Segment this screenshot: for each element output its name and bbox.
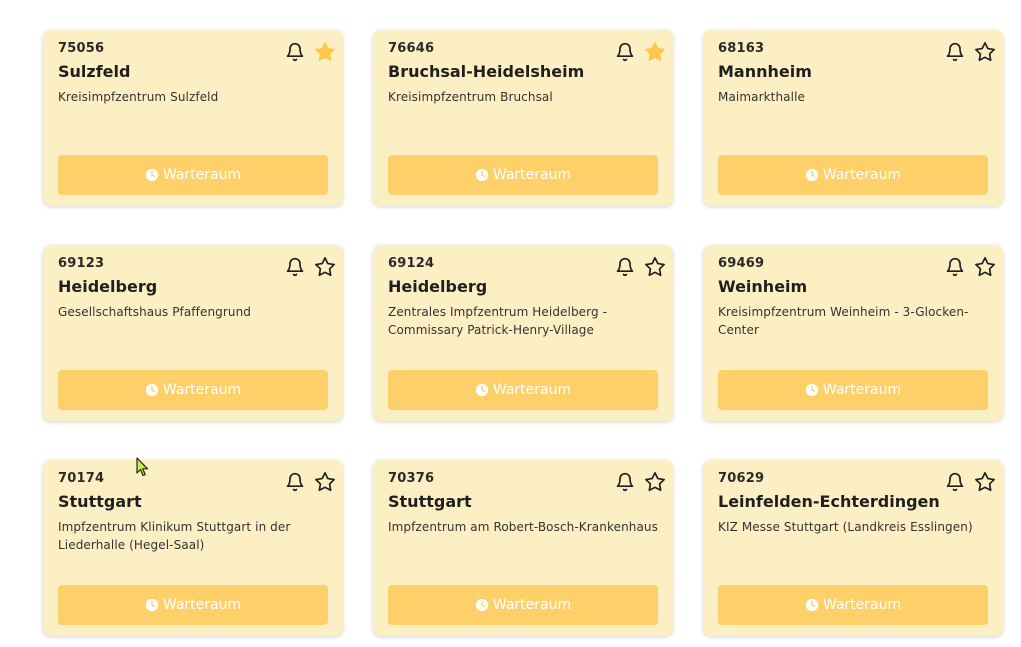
center-name: Zentrales Impfzentrum Heidelberg - Commi… (388, 305, 608, 337)
card-actions (277, 470, 337, 494)
card-actions (277, 255, 337, 279)
center-card: 75056 Sulzfeld Kreisimpfzentrum Sulzfeld Wa… (43, 30, 343, 206)
city-name: Stuttgart (388, 492, 472, 511)
bell-icon[interactable] (943, 40, 967, 64)
waiting-room-label: Warteraum (162, 597, 242, 613)
star-filled-icon[interactable] (643, 40, 667, 64)
bell-icon[interactable] (283, 40, 307, 64)
clock-icon (475, 168, 489, 182)
center-card: 69469 Weinheim Kreisimpfzentrum Weinheim -… (703, 245, 1003, 421)
city-name: Weinheim (718, 277, 808, 296)
clock-icon (805, 598, 819, 612)
center-card: 70629 Leinfelden-Echterdingen KIZ Messe St… (703, 460, 1003, 636)
card-actions (277, 40, 337, 64)
bell-icon[interactable] (943, 255, 967, 279)
center-name: Impfzentrum Klinikum Stuttgart in der Li… (58, 520, 291, 552)
bell-icon[interactable] (283, 470, 307, 494)
bell-icon[interactable] (613, 40, 637, 64)
clock-icon (145, 168, 159, 182)
city-name: Heidelberg (388, 277, 488, 296)
waiting-room-button[interactable]: Warteraum (58, 155, 328, 195)
center-name: Maimarkthalle (718, 90, 805, 104)
star-filled-icon[interactable] (313, 40, 337, 64)
center-name: Gesellschaftshaus Pfaffengrund (58, 305, 252, 319)
waiting-room-label: Warteraum (822, 167, 902, 183)
card-actions (937, 255, 997, 279)
city-name: Heidelberg (58, 277, 158, 296)
center-name: Impfzentrum am Robert-Bosch-Krankenhaus (388, 520, 658, 534)
city-name: Mannheim (718, 62, 812, 81)
star-outline-icon[interactable] (313, 470, 337, 494)
center-name: KIZ Messe Stuttgart (Landkreis Esslingen… (718, 520, 973, 534)
bell-icon[interactable] (613, 470, 637, 494)
clock-icon (145, 598, 159, 612)
waiting-room-label: Warteraum (492, 597, 572, 613)
star-outline-icon[interactable] (973, 470, 997, 494)
waiting-room-button[interactable]: Warteraum (718, 585, 988, 625)
waiting-room-label: Warteraum (822, 382, 902, 398)
clock-icon (475, 598, 489, 612)
waiting-room-button[interactable]: Warteraum (388, 155, 658, 195)
waiting-room-button[interactable]: Warteraum (718, 155, 988, 195)
waiting-room-button[interactable]: Warteraum (58, 585, 328, 625)
waiting-room-button[interactable]: Warteraum (388, 585, 658, 625)
card-actions (607, 470, 667, 494)
center-card: 70376 Stuttgart Impfzentrum am Robert-Bosc… (373, 460, 673, 636)
card-actions (607, 40, 667, 64)
clock-icon (145, 383, 159, 397)
clock-icon (805, 168, 819, 182)
bell-icon[interactable] (283, 255, 307, 279)
center-card: 69124 Heidelberg Zentrales Impfzentrum Hei… (373, 245, 673, 421)
star-outline-icon[interactable] (643, 470, 667, 494)
city-name: Stuttgart (58, 492, 142, 511)
card-actions (607, 255, 667, 279)
center-card: 76646 Bruchsal-Heidelsheim Kreisimpfzentru… (373, 30, 673, 206)
bell-icon[interactable] (613, 255, 637, 279)
vaccination-center-grid: 75056 Sulzfeld Kreisimpfzentrum Sulzfeld Wa… (43, 30, 1003, 636)
waiting-room-label: Warteraum (162, 382, 242, 398)
star-outline-icon[interactable] (973, 40, 997, 64)
center-card: 69123 Heidelberg Gesellschaftshaus Pfaffen… (43, 245, 343, 421)
center-card: 68163 Mannheim Maimarkthalle Warteraum (703, 30, 1003, 206)
center-name: Kreisimpfzentrum Sulzfeld (58, 90, 219, 104)
waiting-room-label: Warteraum (492, 167, 572, 183)
waiting-room-button[interactable]: Warteraum (388, 370, 658, 410)
city-name: Sulzfeld (58, 62, 131, 81)
waiting-room-label: Warteraum (822, 597, 902, 613)
star-outline-icon[interactable] (643, 255, 667, 279)
clock-icon (805, 383, 819, 397)
waiting-room-button[interactable]: Warteraum (718, 370, 988, 410)
card-actions (937, 470, 997, 494)
center-name: Kreisimpfzentrum Bruchsal (388, 90, 553, 104)
center-name: Kreisimpfzentrum Weinheim - 3-Glocken-Ce… (718, 305, 969, 337)
city-name: Bruchsal-Heidelsheim (388, 62, 585, 81)
card-actions (937, 40, 997, 64)
star-outline-icon[interactable] (313, 255, 337, 279)
city-name: Leinfelden-Echterdingen (718, 492, 940, 511)
waiting-room-label: Warteraum (492, 382, 572, 398)
waiting-room-label: Warteraum (162, 167, 242, 183)
bell-icon[interactable] (943, 470, 967, 494)
star-outline-icon[interactable] (973, 255, 997, 279)
center-card: 70174 Stuttgart Impfzentrum Klinikum Stutt… (43, 460, 343, 636)
clock-icon (475, 383, 489, 397)
mouse-cursor-icon (136, 457, 149, 477)
waiting-room-button[interactable]: Warteraum (58, 370, 328, 410)
